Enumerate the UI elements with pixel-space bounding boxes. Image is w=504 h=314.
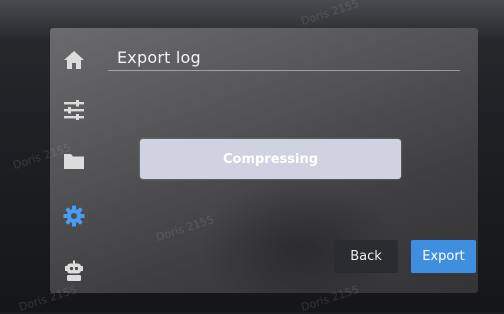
back-button[interactable]: Back <box>334 240 398 273</box>
sidebar-item-home[interactable] <box>59 45 89 75</box>
home-icon <box>64 51 84 69</box>
touch-screen: Export log Compressing Back Export <box>50 28 478 293</box>
export-button[interactable]: Export <box>411 240 476 273</box>
sidebar-item-settings[interactable] <box>59 95 89 125</box>
sidebar-item-files[interactable] <box>59 146 89 176</box>
screen-glare <box>200 178 400 293</box>
robot-icon <box>65 260 83 281</box>
progress-status-box: Compressing <box>140 139 401 179</box>
folder-icon <box>64 154 84 169</box>
progress-status-text: Compressing <box>222 151 319 167</box>
sidebar <box>50 28 98 293</box>
export-button-label: Export <box>422 249 465 264</box>
gear-icon <box>63 205 85 227</box>
device-frame: Export log Compressing Back Export Doris… <box>0 0 504 314</box>
page-title: Export log <box>117 48 201 67</box>
back-button-label: Back <box>350 249 382 264</box>
title-divider <box>108 70 460 71</box>
sidebar-item-robot[interactable] <box>59 256 89 286</box>
sidebar-item-system[interactable] <box>59 201 89 231</box>
sliders-icon <box>64 100 84 120</box>
